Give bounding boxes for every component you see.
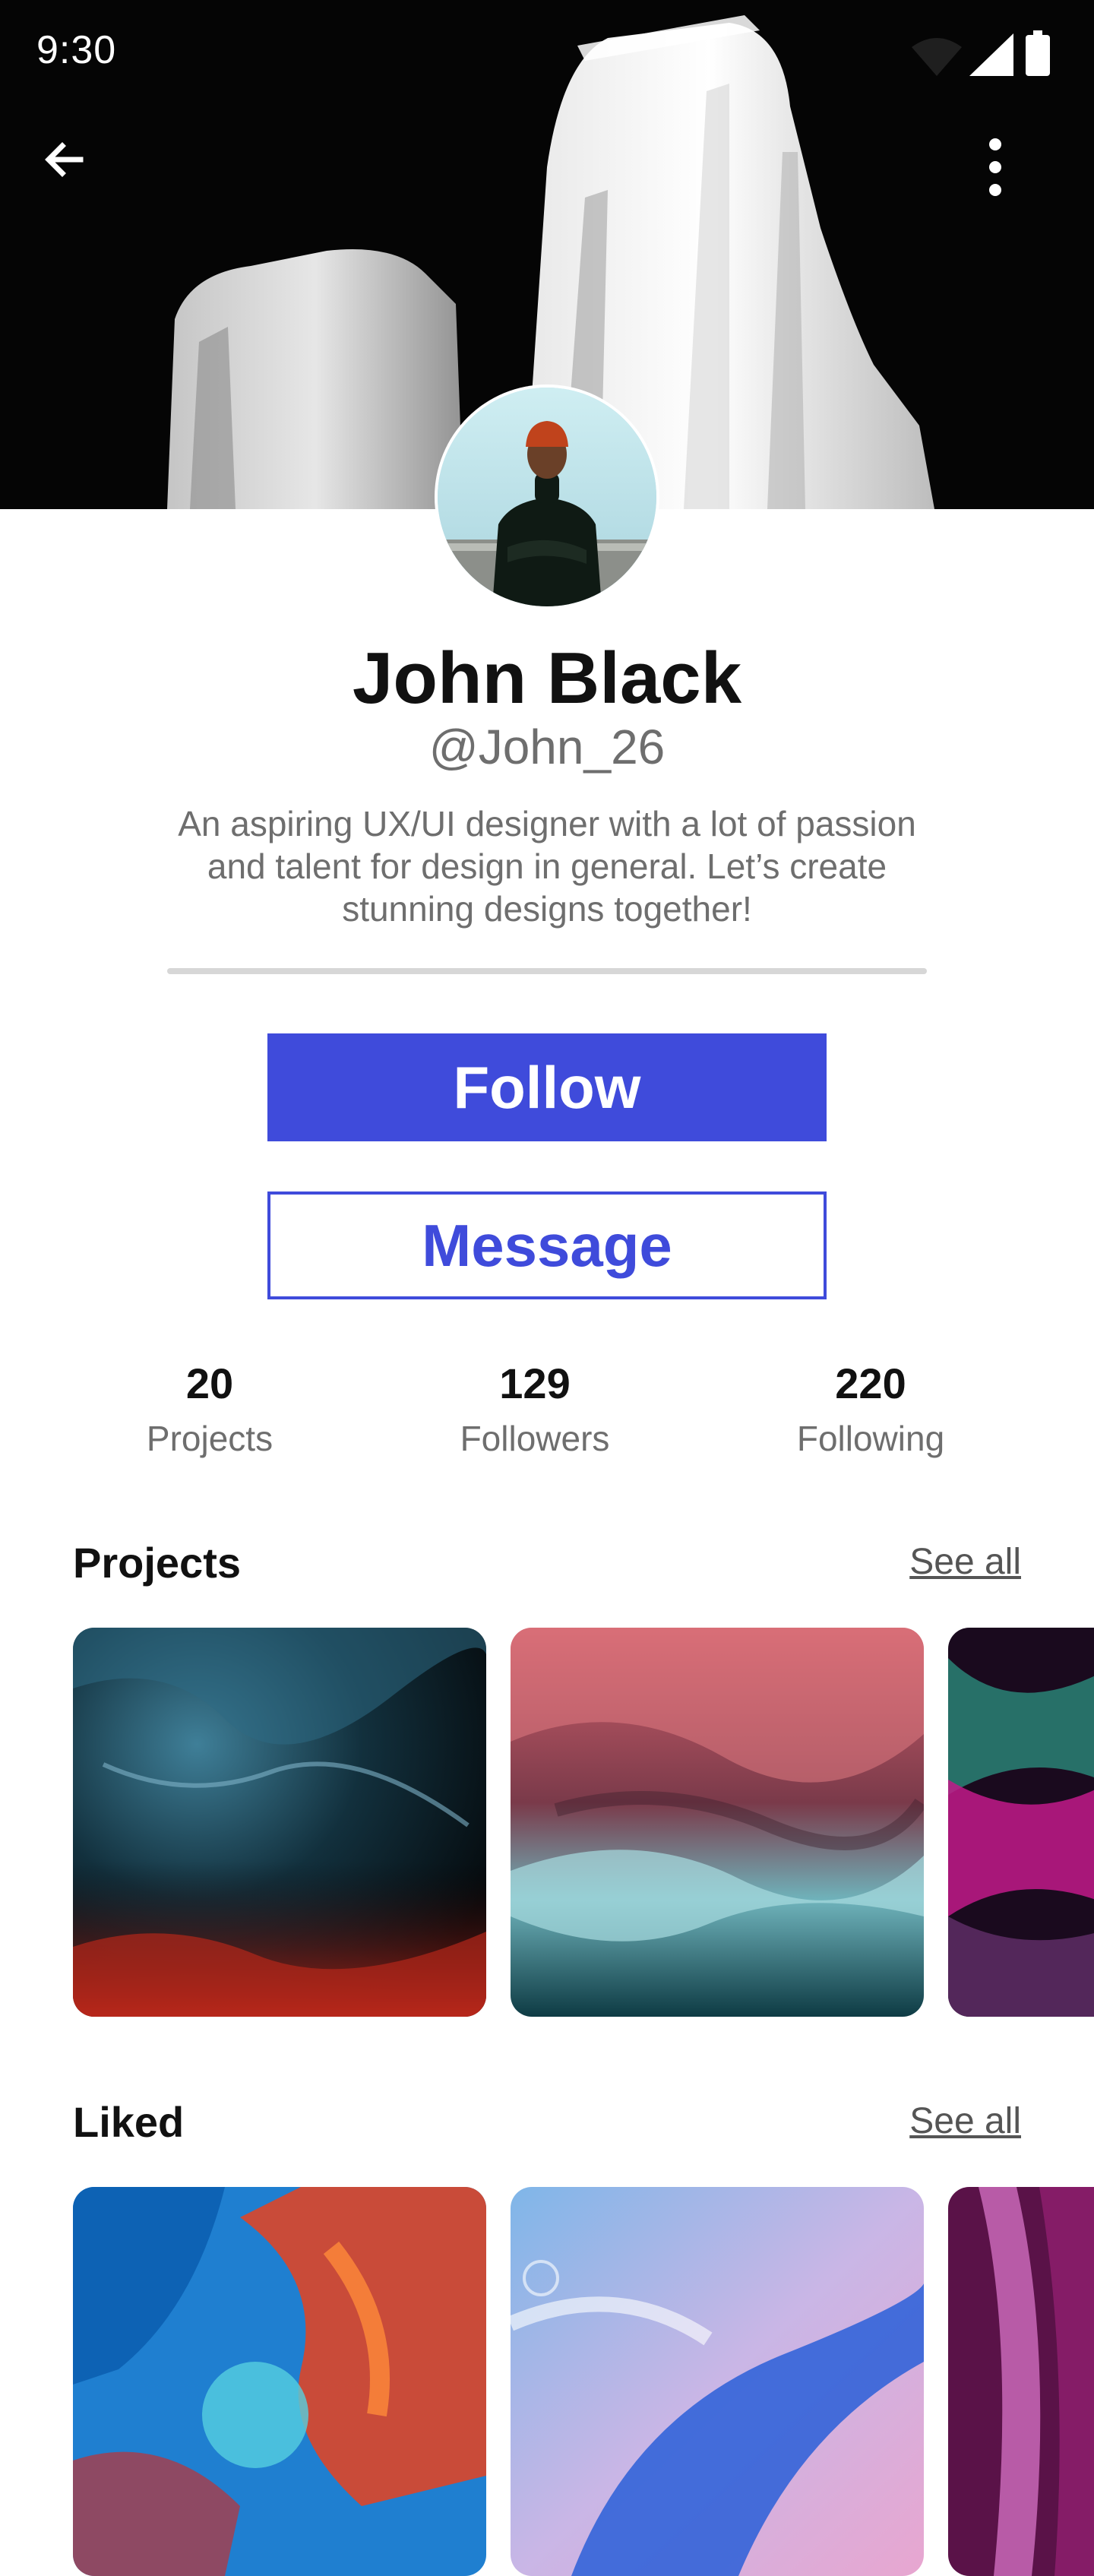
project-card[interactable] [73,1628,486,2017]
section-title-projects: Projects [73,1539,241,1587]
see-all-liked-link[interactable]: See all [820,2100,1021,2142]
profile-name: John Black [352,638,742,719]
stat-label: Projects [146,1419,274,1458]
status-icons [896,30,1064,76]
project-card[interactable] [511,1628,924,2017]
stat-value: 129 [499,1359,571,1407]
stat-followers[interactable]: 129 Followers [398,1357,672,1465]
more-options-button[interactable] [988,138,1048,199]
project-thumbnail [511,1628,924,2017]
see-all-projects-link[interactable]: See all [820,1541,1021,1583]
stat-label: Following [796,1419,945,1458]
stat-projects[interactable]: 20 Projects [73,1357,346,1465]
liked-thumbnail [73,2187,486,2576]
status-time: 9:30 [36,28,117,72]
liked-card[interactable] [73,2187,486,2576]
follow-button[interactable]: Follow [267,1033,827,1141]
more-vertical-icon [989,138,1001,196]
arrow-left-icon [45,142,84,177]
avatar [438,388,656,606]
project-thumbnail [948,1628,1094,2017]
liked-card[interactable] [948,2187,1094,2576]
liked-card[interactable] [511,2187,924,2576]
stat-label: Followers [460,1419,610,1458]
project-card[interactable] [948,1628,1094,2017]
profile-bio: An aspiring UX/UI designer with a lot of… [178,804,916,929]
project-thumbnail [73,1628,486,2017]
divider [167,968,927,974]
status-bar: 9:30 [0,0,1094,106]
stat-following[interactable]: 220 Following [734,1357,1007,1465]
stat-value: 20 [185,1359,234,1407]
liked-thumbnail [948,2187,1094,2576]
profile-handle: @John_26 [428,720,666,774]
section-title-liked: Liked [73,2098,185,2146]
message-button[interactable]: Message [267,1191,827,1299]
avatar-photo [438,388,656,606]
liked-thumbnail [511,2187,924,2576]
back-button[interactable] [43,138,103,199]
stat-value: 220 [835,1359,906,1407]
